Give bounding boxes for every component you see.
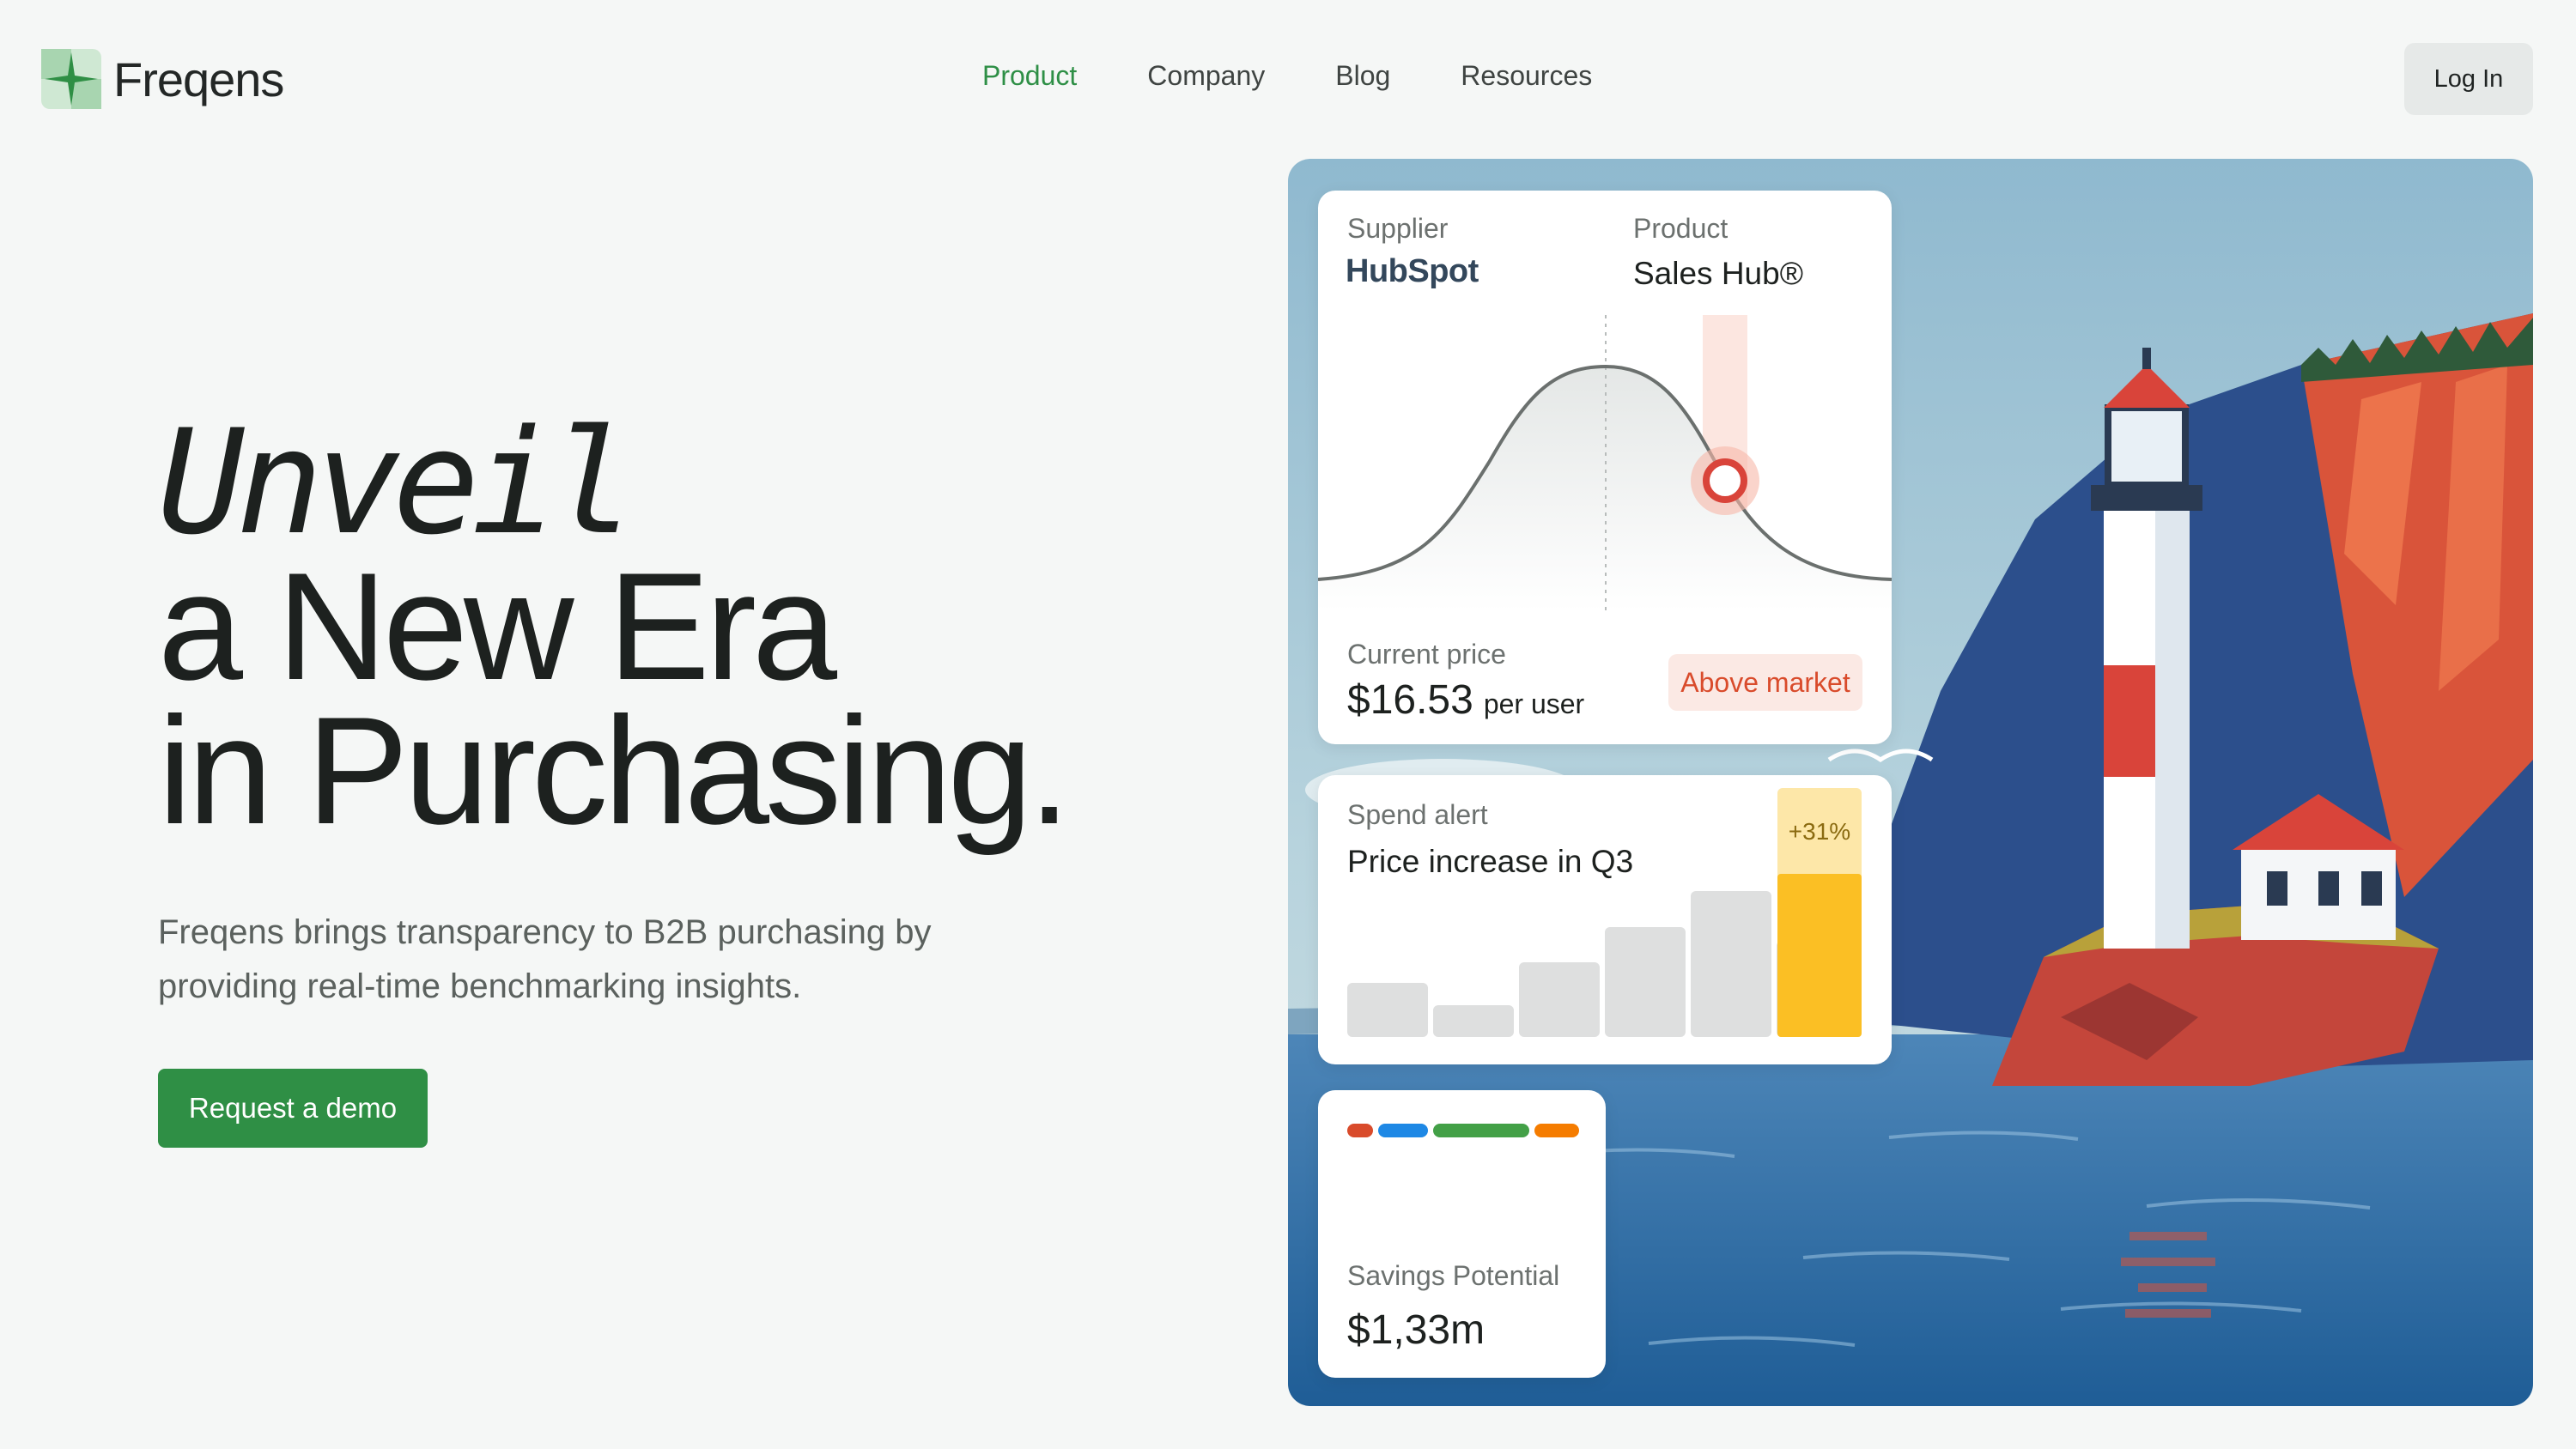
supplier-price-card: Supplier HubSpot Product Sales Hub® Curr…	[1318, 191, 1892, 744]
brand-logo[interactable]: Freqens	[41, 48, 284, 110]
brand-name: Freqens	[113, 52, 284, 106]
savings-label: Savings Potential	[1347, 1260, 1560, 1291]
brand-mark-icon	[41, 49, 101, 109]
savings-card: Savings Potential $1,33m	[1318, 1090, 1606, 1378]
current-price-value: $16.53	[1347, 677, 1473, 723]
current-price-marker	[1703, 458, 1747, 503]
nav-resources[interactable]: Resources	[1461, 60, 1592, 92]
supplier-name: HubSpot	[1346, 253, 1479, 289]
above-market-badge: Above market	[1668, 654, 1862, 711]
nav-company[interactable]: Company	[1147, 60, 1265, 92]
spend-bar	[1347, 983, 1428, 1037]
spend-bar	[1433, 1005, 1514, 1037]
hero-title-line-3: in Purchasing.	[158, 685, 1071, 856]
site-header: Freqens Product Company Blog Resources L…	[0, 0, 2576, 163]
category-color-pills	[1347, 1124, 1579, 1137]
price-unit: per user	[1483, 688, 1585, 719]
spend-bar	[1519, 962, 1600, 1037]
product-label: Product	[1633, 213, 1728, 244]
hero-title: Unveil a New Era in Purchasing.	[158, 398, 1071, 856]
hero-illustration: Supplier HubSpot Product Sales Hub® Curr…	[1288, 159, 2533, 1406]
pill-red	[1347, 1124, 1373, 1137]
main-nav: Product Company Blog Resources	[982, 60, 1592, 92]
spend-bar-chart: +31%	[1347, 788, 1862, 1037]
spend-alert-card: Spend alert Price increase in Q3 +31%	[1318, 775, 1892, 1064]
pill-green	[1433, 1124, 1529, 1137]
nav-product[interactable]: Product	[982, 60, 1077, 92]
hubspot-logo: HubSpot	[1346, 253, 1479, 290]
hero-title-line-2: a New Era	[158, 541, 837, 712]
spend-change-label: +31%	[1789, 818, 1850, 845]
request-demo-button[interactable]: Request a demo	[158, 1069, 428, 1148]
current-price-row: $16.53 per user	[1347, 676, 1584, 724]
product-name: Sales Hub®	[1633, 256, 1803, 291]
spend-bar	[1605, 927, 1686, 1037]
nav-blog[interactable]: Blog	[1335, 60, 1390, 92]
current-price-label: Current price	[1347, 639, 1506, 670]
savings-value: $1,33m	[1347, 1307, 1485, 1353]
spend-bar	[1691, 891, 1771, 1037]
pill-orange	[1534, 1124, 1579, 1137]
spend-current-bar	[1777, 874, 1862, 1037]
hero-title-line-1: Unveil	[158, 398, 636, 567]
supplier-label: Supplier	[1347, 213, 1449, 244]
price-distribution-chart	[1318, 315, 1892, 611]
pill-blue	[1378, 1124, 1428, 1137]
hero-subtitle: Freqens brings transparency to B2B purch…	[158, 913, 932, 1005]
login-button[interactable]: Log In	[2404, 43, 2533, 115]
